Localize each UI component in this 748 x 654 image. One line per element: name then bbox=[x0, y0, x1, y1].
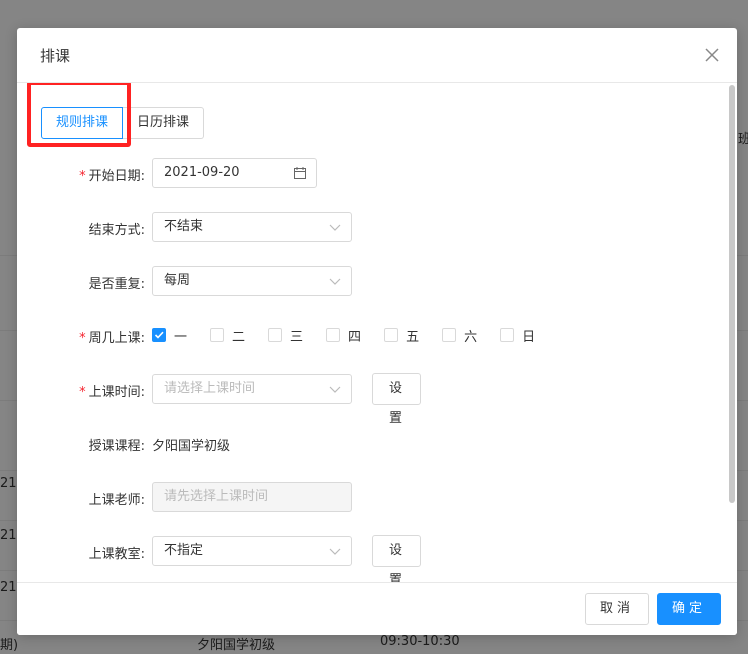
chevron-down-icon bbox=[329, 386, 341, 393]
repeat-label: 是否重复: bbox=[88, 277, 145, 292]
weekdays-label: * 周几上课: bbox=[79, 327, 145, 346]
start-date-picker[interactable]: 2021-09-20 bbox=[152, 158, 317, 188]
classroom-select[interactable]: 不指定 bbox=[152, 536, 352, 566]
weekday-mon[interactable]: 一 bbox=[152, 326, 187, 345]
form-row-course: 授课课程: 夕阳国学初级 bbox=[17, 428, 717, 460]
teacher-select-disabled: 请先选择上课时间 bbox=[152, 482, 352, 512]
class-time-label-text: 上课时间: bbox=[88, 385, 145, 400]
checkbox[interactable] bbox=[500, 328, 515, 342]
class-time-label: * 上课时间: bbox=[79, 381, 145, 400]
weekday-label: 日 bbox=[522, 329, 536, 345]
weekdays-label-text: 周几上课: bbox=[88, 331, 145, 346]
teacher-placeholder: 请先选择上课时间 bbox=[164, 489, 269, 504]
checkbox[interactable] bbox=[326, 328, 341, 342]
checkbox[interactable] bbox=[442, 328, 457, 342]
scrollbar-thumb[interactable] bbox=[729, 85, 735, 503]
required-mark: * bbox=[79, 169, 86, 184]
form-row-end-mode: 结束方式: 不结束 bbox=[17, 212, 717, 244]
chevron-down-icon bbox=[329, 278, 341, 285]
checkbox[interactable] bbox=[384, 328, 399, 342]
weekday-label: 三 bbox=[290, 329, 304, 345]
weekday-checkbox-group: 一 二 三 四 五 六 日 bbox=[152, 320, 558, 350]
classroom-settings-button[interactable]: 设置 bbox=[372, 535, 422, 583]
form-row-start-date: * 开始日期: 2021-09-20 bbox=[17, 158, 717, 190]
class-time-placeholder: 请选择上课时间 bbox=[164, 381, 256, 396]
class-time-settings-button[interactable]: 设置 bbox=[372, 373, 422, 426]
chevron-down-icon bbox=[329, 224, 341, 231]
weekday-label: 六 bbox=[464, 329, 478, 345]
check-icon bbox=[154, 331, 164, 339]
close-icon bbox=[705, 48, 719, 62]
start-date-label: * 开始日期: bbox=[79, 165, 145, 184]
modal-footer: 取消 确定 bbox=[17, 582, 737, 635]
modal-body: 规则排课 日历排课 * 开始日期: 2021-09-20 结束方式: 不结束 是… bbox=[17, 83, 737, 583]
form-row-classroom: 上课教室: 不指定 设置 bbox=[17, 535, 717, 583]
tab-rule-schedule[interactable]: 规则排课 bbox=[41, 107, 124, 139]
weekday-sun[interactable]: 日 bbox=[500, 326, 535, 345]
modal-scrollbar[interactable] bbox=[729, 83, 735, 583]
confirm-button[interactable]: 确定 bbox=[657, 593, 721, 625]
weekday-label: 四 bbox=[348, 329, 362, 345]
form-row-class-time: * 上课时间: 请选择上课时间 设置 bbox=[17, 373, 717, 426]
classroom-label: 上课教室: bbox=[88, 547, 145, 562]
required-mark: * bbox=[79, 331, 86, 346]
form-row-weekdays: * 周几上课: 一 二 三 四 五 六 日 bbox=[17, 320, 717, 352]
weekday-label: 一 bbox=[174, 329, 188, 345]
calendar-icon bbox=[294, 167, 306, 179]
repeat-select[interactable]: 每周 bbox=[152, 266, 352, 296]
schedule-mode-tabs: 规则排课 日历排课 bbox=[41, 107, 205, 139]
chevron-down-icon bbox=[329, 548, 341, 555]
course-value: 夕阳国学初级 bbox=[152, 439, 231, 454]
weekday-fri[interactable]: 五 bbox=[384, 326, 419, 345]
close-button[interactable] bbox=[701, 44, 723, 66]
weekday-wed[interactable]: 三 bbox=[268, 326, 303, 345]
weekday-tue[interactable]: 二 bbox=[210, 326, 245, 345]
class-time-select[interactable]: 请选择上课时间 bbox=[152, 374, 352, 404]
end-mode-select[interactable]: 不结束 bbox=[152, 212, 352, 242]
modal-header: 排课 bbox=[17, 28, 737, 83]
required-mark: * bbox=[79, 385, 86, 400]
weekday-label: 五 bbox=[406, 329, 420, 345]
end-mode-value: 不结束 bbox=[164, 219, 204, 234]
weekday-thu[interactable]: 四 bbox=[326, 326, 361, 345]
weekday-sat[interactable]: 六 bbox=[442, 326, 477, 345]
checkbox-checked[interactable] bbox=[152, 328, 166, 342]
form-row-teacher: 上课老师: 请先选择上课时间 bbox=[17, 482, 717, 514]
tab-calendar-schedule[interactable]: 日历排课 bbox=[123, 107, 205, 139]
course-label: 授课课程: bbox=[88, 439, 145, 454]
checkbox[interactable] bbox=[210, 328, 225, 342]
start-date-value: 2021-09-20 bbox=[164, 165, 240, 180]
form-row-repeat: 是否重复: 每周 bbox=[17, 266, 717, 298]
start-date-label-text: 开始日期: bbox=[88, 169, 145, 184]
repeat-value: 每周 bbox=[164, 273, 191, 288]
checkbox[interactable] bbox=[268, 328, 283, 342]
modal-title: 排课 bbox=[40, 47, 71, 65]
cancel-button[interactable]: 取消 bbox=[585, 593, 649, 625]
end-mode-label: 结束方式: bbox=[88, 223, 145, 238]
classroom-value: 不指定 bbox=[164, 543, 204, 558]
weekday-label: 二 bbox=[232, 329, 246, 345]
schedule-modal: 排课 规则排课 日历排课 * 开始日期: 2021-09-20 结束方式: 不结… bbox=[17, 28, 737, 635]
teacher-label: 上课老师: bbox=[88, 493, 145, 508]
